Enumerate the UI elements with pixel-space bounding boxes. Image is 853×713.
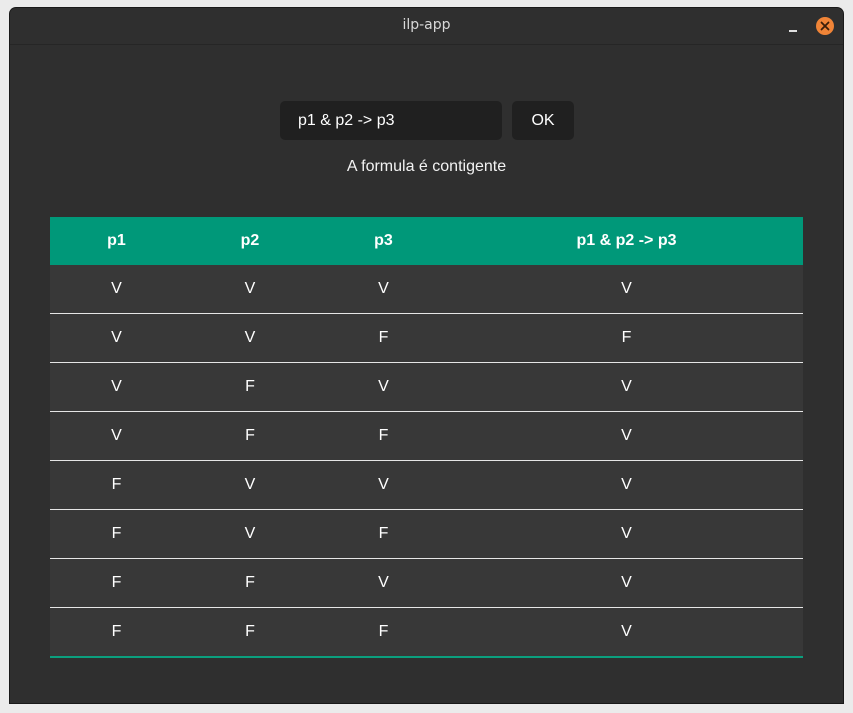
column-header-p1: p1 bbox=[50, 217, 183, 265]
table-cell: F bbox=[50, 607, 183, 657]
table-cell: F bbox=[183, 362, 317, 412]
table-row: F F V V bbox=[50, 558, 803, 608]
table-cell: V bbox=[450, 362, 803, 412]
table-row: F V V V bbox=[50, 460, 803, 510]
title-bar: ilp-app bbox=[10, 8, 843, 45]
table-cell: V bbox=[317, 460, 450, 510]
table-cell: V bbox=[450, 460, 803, 510]
result-message: A formula é contigente bbox=[346, 158, 507, 175]
table-cell: V bbox=[50, 313, 183, 363]
table-row: V V F F bbox=[50, 313, 803, 363]
table-cell: V bbox=[450, 265, 803, 314]
truth-table: p1 p2 p3 p1 & p2 -> p3 V V V V V V F F V… bbox=[50, 217, 803, 658]
table-cell: V bbox=[183, 460, 317, 510]
column-header-p2: p2 bbox=[183, 217, 317, 265]
table-row: V F V V bbox=[50, 362, 803, 412]
table-row: F F F V bbox=[50, 607, 803, 657]
column-header-formula: p1 & p2 -> p3 bbox=[450, 217, 803, 265]
table-cell: V bbox=[183, 509, 317, 559]
table-cell: V bbox=[450, 558, 803, 608]
column-header-p3: p3 bbox=[317, 217, 450, 265]
table-cell: V bbox=[50, 265, 183, 314]
table-cell: F bbox=[50, 558, 183, 608]
table-cell: V bbox=[317, 558, 450, 608]
table-cell: F bbox=[317, 411, 450, 461]
close-icon[interactable] bbox=[816, 17, 834, 35]
table-cell: F bbox=[317, 607, 450, 657]
formula-input[interactable] bbox=[280, 101, 502, 140]
window-title: ilp-app bbox=[402, 17, 451, 33]
table-row: V F F V bbox=[50, 411, 803, 461]
table-cell: F bbox=[450, 313, 803, 363]
table-header-row: p1 p2 p3 p1 & p2 -> p3 bbox=[50, 217, 803, 265]
table-cell: F bbox=[183, 558, 317, 608]
table-cell: V bbox=[317, 362, 450, 412]
table-cell: V bbox=[317, 265, 450, 314]
table-cell: V bbox=[50, 411, 183, 461]
table-row: V V V V bbox=[50, 265, 803, 314]
table-cell: F bbox=[317, 509, 450, 559]
table-cell: V bbox=[450, 509, 803, 559]
table-cell: F bbox=[317, 313, 450, 363]
table-cell: F bbox=[50, 460, 183, 510]
ok-button[interactable]: OK bbox=[512, 101, 574, 140]
app-window: ilp-app OK A formula é contigente p1 p2 … bbox=[10, 8, 843, 703]
table-cell: F bbox=[183, 411, 317, 461]
table-cell: V bbox=[450, 607, 803, 657]
table-cell: V bbox=[183, 313, 317, 363]
table-cell: F bbox=[50, 509, 183, 559]
table-cell: V bbox=[183, 265, 317, 314]
table-cell: V bbox=[450, 411, 803, 461]
table-cell: F bbox=[183, 607, 317, 657]
table-cell: V bbox=[50, 362, 183, 412]
table-row: F V F V bbox=[50, 509, 803, 559]
minimize-icon[interactable] bbox=[786, 18, 802, 34]
